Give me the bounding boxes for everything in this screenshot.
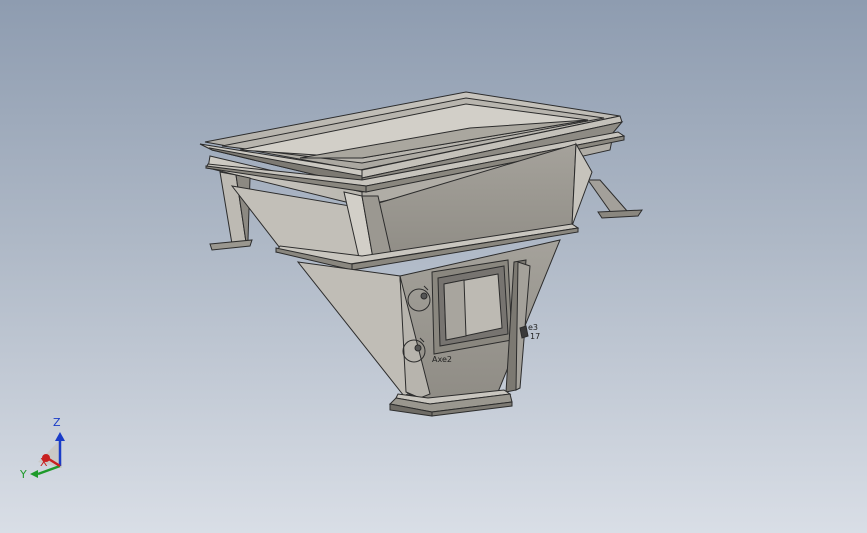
y-arrow-head-icon	[30, 470, 38, 478]
axis-callout-bottom: 17	[530, 332, 540, 341]
hopper-model[interactable]: e3 17 Axe2 Z Y X	[0, 0, 867, 533]
y-axis-label: Y	[19, 468, 27, 481]
z-arrow-head-icon	[55, 432, 65, 441]
front-leg-left	[209, 171, 253, 251]
rear-leg-right	[587, 179, 643, 219]
inspection-hatch[interactable]	[431, 259, 513, 355]
view-triad[interactable]: Z Y X	[19, 416, 65, 481]
x-axis-label: X	[40, 456, 48, 469]
graphics-viewport[interactable]: e3 17 Axe2 Z Y X	[0, 0, 867, 533]
z-axis-label: Z	[53, 416, 61, 429]
axis-callout-left: Axe2	[432, 355, 452, 364]
axis-callout-top: e3	[528, 323, 538, 332]
